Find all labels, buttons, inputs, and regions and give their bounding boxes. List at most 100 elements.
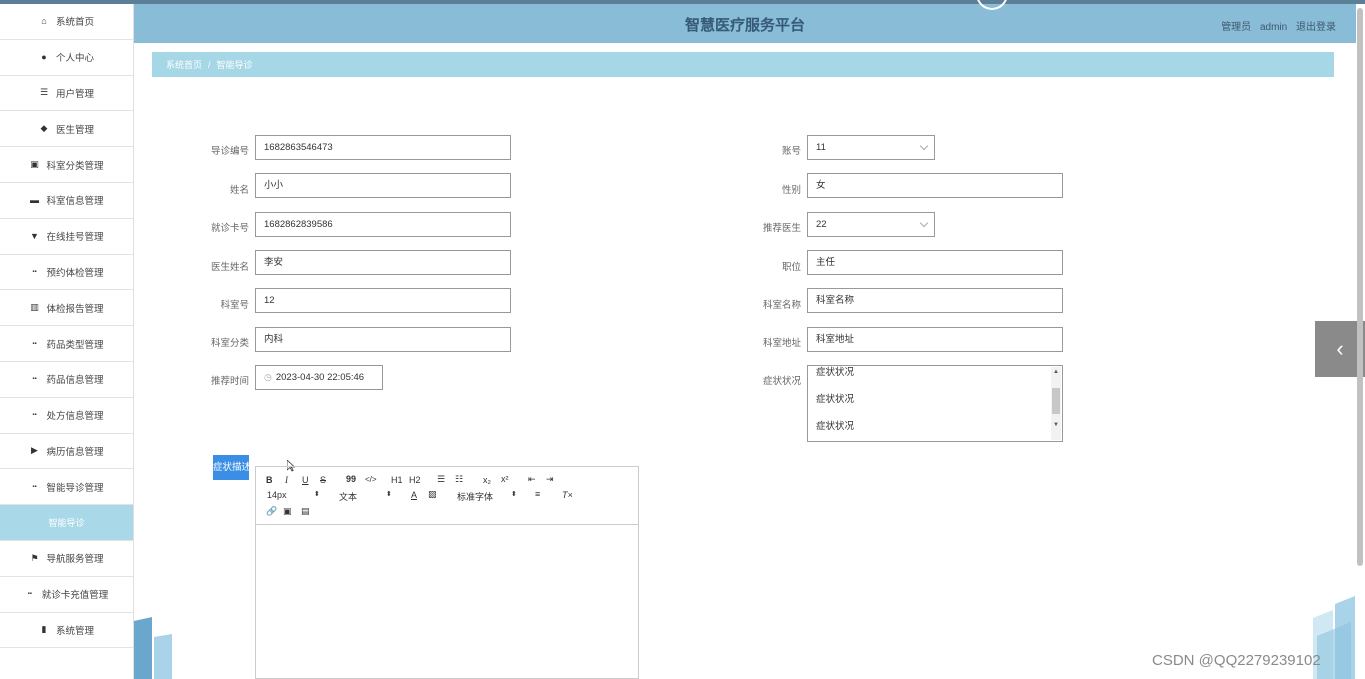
indent-decrease-icon[interactable]: ⇤ (528, 474, 536, 485)
sidebar-item-label: 药品类型管理 (46, 339, 104, 351)
text-type-select[interactable]: 文本 (339, 490, 357, 503)
font-size-select[interactable]: 14px (267, 490, 287, 500)
chevron-updown-icon: ⬍ (386, 491, 392, 498)
sidebar-item[interactable]: ▮ 系统管理 (0, 613, 133, 649)
scroll-thumb[interactable] (1052, 388, 1060, 414)
italic-button[interactable]: I (285, 475, 288, 485)
sidebar-item[interactable]: ☰ 用户管理 (0, 76, 133, 112)
dept-no-input[interactable]: 12 (255, 288, 511, 313)
symptoms-textarea[interactable]: 症状状况 症状状况 症状状况 ▲ ▼ (807, 365, 1063, 442)
clipboard-icon: ▣ (30, 159, 39, 170)
name-input[interactable]: 小小 (255, 173, 511, 198)
sidebar-item[interactable]: ▪▪ 就诊卡充值管理 (0, 577, 133, 613)
sidebar-item[interactable]: ▥ 体检报告管理 (0, 290, 133, 327)
symptoms-line: 症状状况 (816, 367, 855, 378)
dept-category-input[interactable]: 内科 (255, 327, 511, 352)
symptom-desc-label: 症状描述 (213, 455, 249, 480)
strike-button[interactable]: S (320, 475, 326, 485)
recommend-time-picker[interactable]: ◷ 2023-04-30 22:05:46 (255, 365, 383, 390)
scroll-up-icon[interactable]: ▲ (1053, 369, 1059, 375)
sidebar-item[interactable]: ⚑ 导航服务管理 (0, 541, 133, 577)
scroll-down-icon[interactable]: ▼ (1053, 422, 1059, 428)
page-scroll-thumb[interactable] (1357, 8, 1363, 566)
textarea-scrollbar[interactable]: ▲ ▼ (1051, 367, 1061, 440)
page-scrollbar[interactable] (1356, 4, 1365, 566)
sidebar-item-label: 病历信息管理 (46, 446, 104, 458)
flag-icon: ⚑ (30, 552, 39, 563)
sidebar-item[interactable]: ▼ 在线挂号管理 (0, 219, 133, 255)
font-family-select[interactable]: 标准字体 (457, 490, 493, 503)
sidebar-item[interactable]: ▪▪ 智能导诊管理 (0, 469, 133, 506)
sidebar-item-label: 在线挂号管理 (46, 232, 104, 244)
h1-button[interactable]: H1 (391, 475, 403, 485)
position-input[interactable]: 主任 (807, 250, 1063, 275)
dept-address-label: 科室地址 (762, 338, 801, 349)
sidebar-item-label: 智能导诊 (48, 518, 85, 529)
sidebar-item[interactable]: ● 个人中心 (0, 40, 133, 76)
ordered-list-icon[interactable]: ☰ (437, 474, 445, 485)
breadcrumb: 系统首页 / 智能导诊 (152, 52, 1334, 77)
bullet-list-icon[interactable]: ☷ (455, 474, 463, 485)
sidebar-item[interactable]: ▣ 科室分类管理 (0, 147, 133, 183)
symptoms-line: 症状状况 (816, 394, 855, 405)
chevron-updown-icon: ⬍ (314, 491, 320, 498)
recommend-doctor-select[interactable]: 22 (807, 212, 935, 237)
indent-increase-icon[interactable]: ⇥ (546, 474, 554, 485)
sidebar-item[interactable]: ▪▪ 预约体检管理 (0, 255, 133, 291)
editor-content[interactable] (256, 525, 638, 678)
h2-button[interactable]: H2 (409, 475, 421, 485)
breadcrumb-current: 智能导诊 (216, 60, 253, 70)
page-title: 智慧医疗服务平台 (684, 17, 805, 34)
guide-no-label: 导诊编号 (210, 146, 249, 157)
dept-address-input[interactable]: 科室地址 (807, 327, 1063, 352)
superscript-button[interactable]: x² (501, 474, 509, 484)
quote-button[interactable]: 99 (346, 474, 356, 484)
sidebar-item[interactable]: ▪▪ 药品信息管理 (0, 362, 133, 398)
sidebar-item[interactable]: ⌂ 系统首页 (0, 4, 133, 40)
breadcrumb-home[interactable]: 系统首页 (166, 58, 202, 71)
gender-input[interactable]: 女 (807, 173, 1063, 198)
watermark: CSDN @QQ2279239102 (1152, 652, 1321, 669)
header-logo-decoration (976, 0, 1008, 10)
sidebar-item[interactable]: ◆ 医生管理 (0, 111, 133, 148)
symptoms-label: 症状状况 (762, 376, 801, 387)
code-button[interactable]: </> (365, 475, 377, 484)
guide-no-input[interactable]: 1682863546473 (255, 135, 511, 160)
sidebar-item-label: 处方信息管理 (46, 411, 104, 423)
sidebar-item[interactable]: ▬ 科室信息管理 (0, 183, 133, 219)
logout-link[interactable]: 退出登录 (1296, 22, 1336, 33)
underline-button[interactable]: U (302, 475, 309, 485)
card-no-input[interactable]: 1682862839586 (255, 212, 511, 237)
subscript-button[interactable]: x₂ (483, 475, 491, 485)
grid-icon: ▪▪ (32, 268, 37, 275)
sidebar-item-label: 科室分类管理 (46, 160, 104, 172)
image-icon[interactable]: ▣ (283, 506, 292, 517)
sidebar-item[interactable]: 智能导诊 (0, 505, 133, 541)
sidebar-item[interactable]: ▶ 病历信息管理 (0, 434, 133, 470)
video-icon[interactable]: ▤ (301, 506, 310, 517)
position-label: 职位 (781, 262, 801, 273)
clear-format-icon[interactable]: T× (562, 490, 573, 500)
font-color-button[interactable]: A (411, 490, 417, 500)
recommend-time-value: 2023-04-30 22:05:46 (275, 372, 365, 383)
bold-button[interactable]: B (266, 475, 273, 485)
sidebar-item[interactable]: ▪▪ 处方信息管理 (0, 398, 133, 434)
home-icon: ⌂ (41, 16, 47, 27)
sidebar-item-label: 体检报告管理 (46, 303, 104, 315)
dept-name-input[interactable]: 科室名称 (807, 288, 1063, 313)
align-icon[interactable]: ≡ (535, 489, 540, 499)
sidebar-item[interactable]: ▪▪ 药品类型管理 (0, 326, 133, 362)
doctor-name-label: 医生姓名 (210, 262, 249, 273)
doctor-name-input[interactable]: 李安 (255, 250, 511, 275)
account-label: 账号 (781, 146, 801, 157)
editor-toolbar: B I U S 99 </> H1 H2 ☰ ☷ x₂ x² ⇤ ⇥ 14px … (256, 467, 638, 525)
account-select[interactable]: 11 (807, 135, 935, 160)
gender-label: 性别 (781, 185, 801, 196)
recommend-doctor-value: 22 (816, 219, 827, 230)
sidebar-item-label: 预约体检管理 (46, 267, 104, 279)
recommend-time-label: 推荐时间 (210, 376, 249, 387)
sidebar-item-label: 系统管理 (55, 625, 94, 637)
link-icon[interactable]: 🔗 (266, 506, 277, 517)
dept-name-label: 科室名称 (762, 300, 801, 311)
background-color-icon[interactable]: ▨ (428, 489, 437, 500)
